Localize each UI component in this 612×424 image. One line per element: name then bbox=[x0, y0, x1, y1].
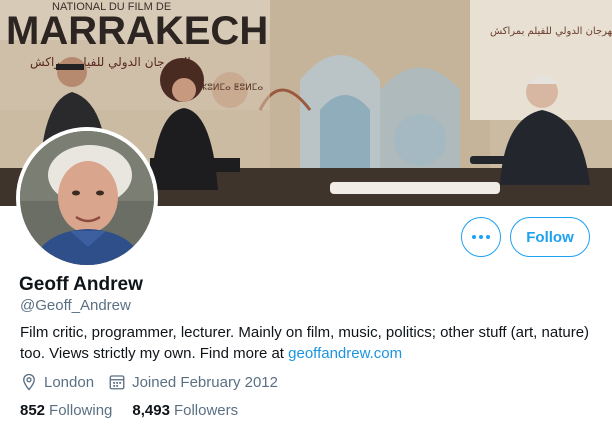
avatar-container[interactable] bbox=[16, 127, 158, 269]
followers-link[interactable]: 8,493 Followers bbox=[132, 402, 238, 419]
calendar-icon bbox=[109, 375, 125, 390]
banner-tifinagh-text: ⵣⵓⵍⵎⴰ ⵟⵓⵍⵎⴰ bbox=[200, 83, 263, 93]
followers-count: 8,493 bbox=[132, 402, 170, 419]
joined-item: Joined February 2012 bbox=[108, 373, 278, 391]
profile-stats: 852 Following 8,493 Followers bbox=[20, 402, 258, 419]
location-item: London bbox=[20, 373, 94, 391]
more-options-button[interactable] bbox=[461, 217, 501, 257]
profile-handle: @Geoff_Andrew bbox=[20, 297, 131, 314]
profile-meta: London Joined February 2012 bbox=[20, 372, 292, 392]
following-count: 852 bbox=[20, 402, 46, 419]
joined-text: Joined February 2012 bbox=[132, 373, 278, 391]
follow-button[interactable]: Follow bbox=[510, 217, 590, 257]
profile-bio: Film critic, programmer, lecturer. Mainl… bbox=[20, 322, 590, 364]
avatar[interactable] bbox=[20, 131, 154, 265]
avatar-photo bbox=[20, 131, 154, 265]
banner-arabic-right: المهرجان الدولي للفيلم بمراكش bbox=[490, 26, 612, 37]
location-text: London bbox=[44, 373, 95, 391]
following-link[interactable]: 852 Following bbox=[20, 402, 112, 419]
location-pin-icon bbox=[23, 373, 35, 391]
following-label: Following bbox=[49, 402, 113, 419]
profile-name: Geoff Andrew bbox=[19, 274, 143, 295]
bio-link[interactable]: geoffandrew.com bbox=[288, 345, 402, 362]
more-horizontal-icon bbox=[472, 235, 490, 239]
followers-label: Followers bbox=[173, 402, 239, 419]
banner-title: MARRAKECH bbox=[6, 9, 268, 53]
